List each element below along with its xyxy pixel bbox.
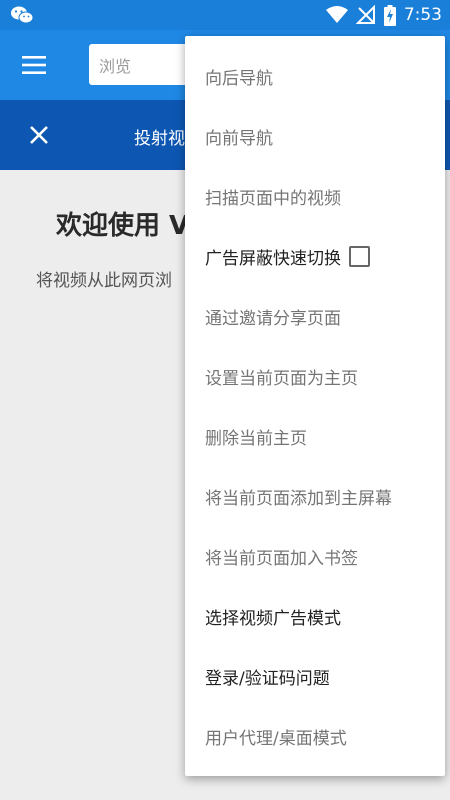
menu-item-label: 选择视频广告模式 [205, 608, 341, 629]
banner-title: 投射视 [134, 129, 185, 149]
no-signal-icon [355, 5, 375, 24]
menu-item-label: 将当前页面加入书签 [205, 548, 358, 569]
adblock-checkbox[interactable] [349, 245, 370, 267]
menu-item-share-invite[interactable]: 通过邀请分享页面 [185, 286, 445, 346]
menu-item-adblock-toggle[interactable]: 广告屏蔽快速切换 [185, 226, 445, 286]
menu-item-label: 删除当前主页 [205, 428, 307, 449]
hamburger-menu-icon [22, 56, 46, 74]
overflow-menu: 向后导航 向前导航 扫描页面中的视频 广告屏蔽快速切换 通过邀请分享页面 设置当… [185, 36, 445, 776]
welcome-heading: 欢迎使用 V [56, 211, 190, 241]
menu-item-label: 扫描页面中的视频 [205, 188, 341, 209]
menu-item-forward[interactable]: 向前导航 [185, 106, 445, 166]
menu-item-video-ad-mode[interactable]: 选择视频广告模式 [185, 586, 445, 646]
wifi-icon [325, 6, 348, 23]
battery-charging-icon [383, 4, 396, 26]
close-icon[interactable] [26, 122, 52, 148]
welcome-hint: 将视频从此网页浏 [36, 271, 172, 291]
menu-item-label: 广告屏蔽快速切换 [205, 248, 341, 269]
menu-item-label: 通过邀请分享页面 [205, 308, 341, 329]
clock: 7:53 [403, 5, 442, 25]
menu-item-label: 设置当前页面为主页 [205, 368, 358, 389]
hamburger-menu-button[interactable] [14, 50, 54, 80]
menu-item-back[interactable]: 向后导航 [185, 46, 445, 106]
menu-item-label: 登录/验证码问题 [205, 668, 330, 689]
menu-item-label: 将当前页面添加到主屏幕 [205, 488, 392, 509]
menu-item-user-agent[interactable]: 用户代理/桌面模式 [185, 706, 445, 766]
menu-item-bookmark[interactable]: 将当前页面加入书签 [185, 526, 445, 586]
menu-item-scan-videos[interactable]: 扫描页面中的视频 [185, 166, 445, 226]
menu-item-delete-homepage[interactable]: 删除当前主页 [185, 406, 445, 466]
menu-item-login-captcha[interactable]: 登录/验证码问题 [185, 646, 445, 706]
menu-item-add-to-homescreen[interactable]: 将当前页面添加到主屏幕 [185, 466, 445, 526]
menu-item-label: 向前导航 [205, 128, 273, 149]
menu-item-label: 向后导航 [205, 68, 273, 89]
menu-item-label: 用户代理/桌面模式 [205, 728, 347, 749]
status-bar: 7:53 [0, 0, 450, 30]
wechat-icon [11, 6, 34, 24]
menu-item-set-homepage[interactable]: 设置当前页面为主页 [185, 346, 445, 406]
